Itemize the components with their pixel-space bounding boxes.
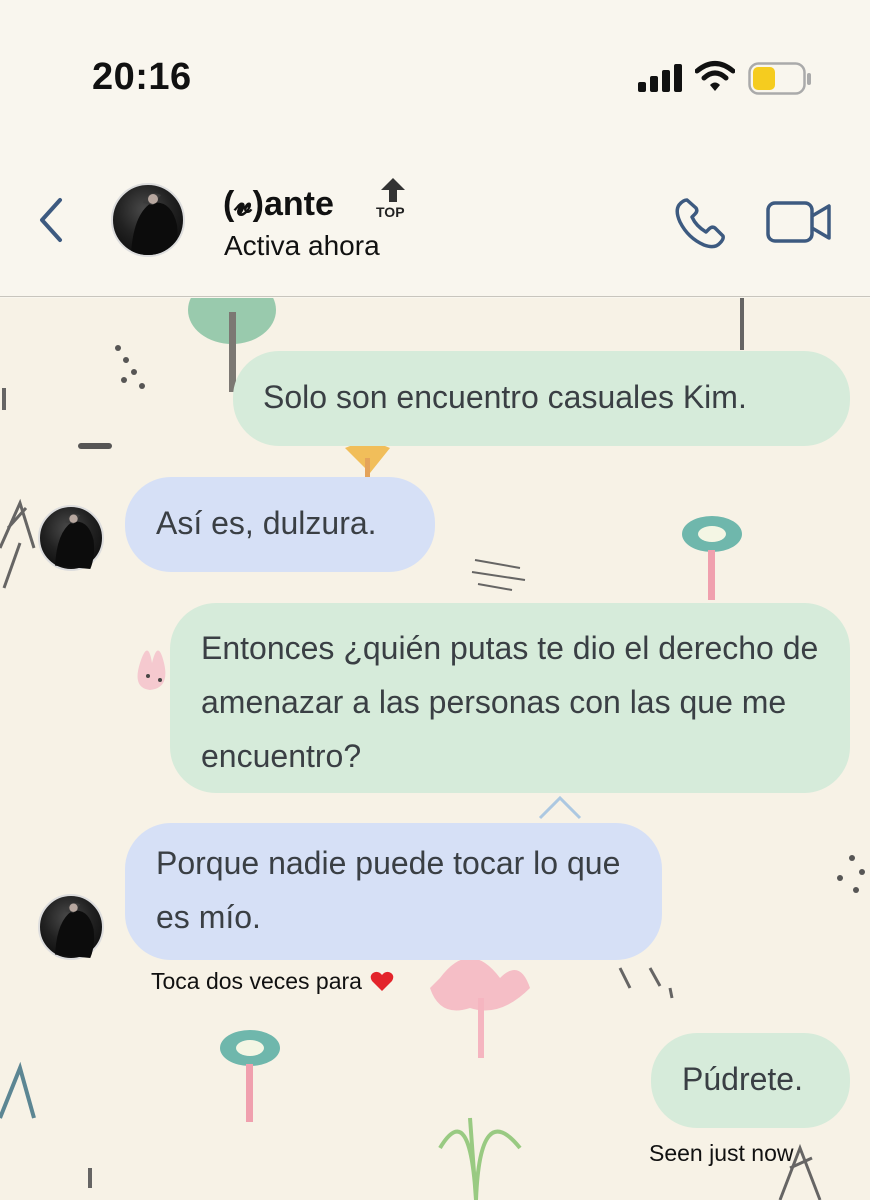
contact-avatar[interactable]	[111, 183, 185, 257]
sender-avatar[interactable]	[38, 894, 104, 960]
sender-avatar[interactable]	[38, 505, 104, 571]
top-badge: TOP	[374, 178, 412, 224]
video-camera-icon[interactable]	[766, 200, 832, 244]
top-badge-label: TOP	[376, 204, 405, 220]
contact-status: Activa ahora	[224, 230, 380, 261]
reaction-hint: Toca dos veces para	[151, 968, 394, 995]
cellular-signal-icon	[638, 64, 682, 92]
status-bar: 20:16	[0, 0, 870, 150]
wifi-icon	[695, 61, 735, 91]
chevron-left-icon[interactable]	[38, 196, 64, 244]
message-bubble-outgoing[interactable]: Púdrete.	[651, 1033, 850, 1128]
status-time: 20:16	[92, 56, 192, 98]
message-bubble-incoming[interactable]: Así es, dulzura.	[125, 477, 435, 572]
battery-icon	[748, 62, 811, 95]
arrow-up-icon	[381, 178, 405, 202]
message-bubble-outgoing[interactable]: Entonces ¿quién putas te dio el derecho …	[170, 603, 850, 793]
chat-header: (𝓿)ante TOP Activa ahora	[0, 150, 870, 297]
message-bubble-incoming[interactable]: Porque nadie puede tocar lo que es mío.	[125, 823, 662, 960]
heart-icon	[371, 971, 394, 991]
chat-area[interactable]: Solo son encuentro casuales Kim. Así es,…	[0, 298, 870, 1200]
contact-name[interactable]: (𝓿)ante	[223, 185, 334, 224]
reaction-hint-label: Toca dos veces para	[151, 968, 362, 994]
seen-status: Seen just now	[649, 1140, 794, 1166]
phone-icon[interactable]	[674, 196, 728, 250]
message-bubble-outgoing[interactable]: Solo son encuentro casuales Kim.	[233, 351, 850, 446]
